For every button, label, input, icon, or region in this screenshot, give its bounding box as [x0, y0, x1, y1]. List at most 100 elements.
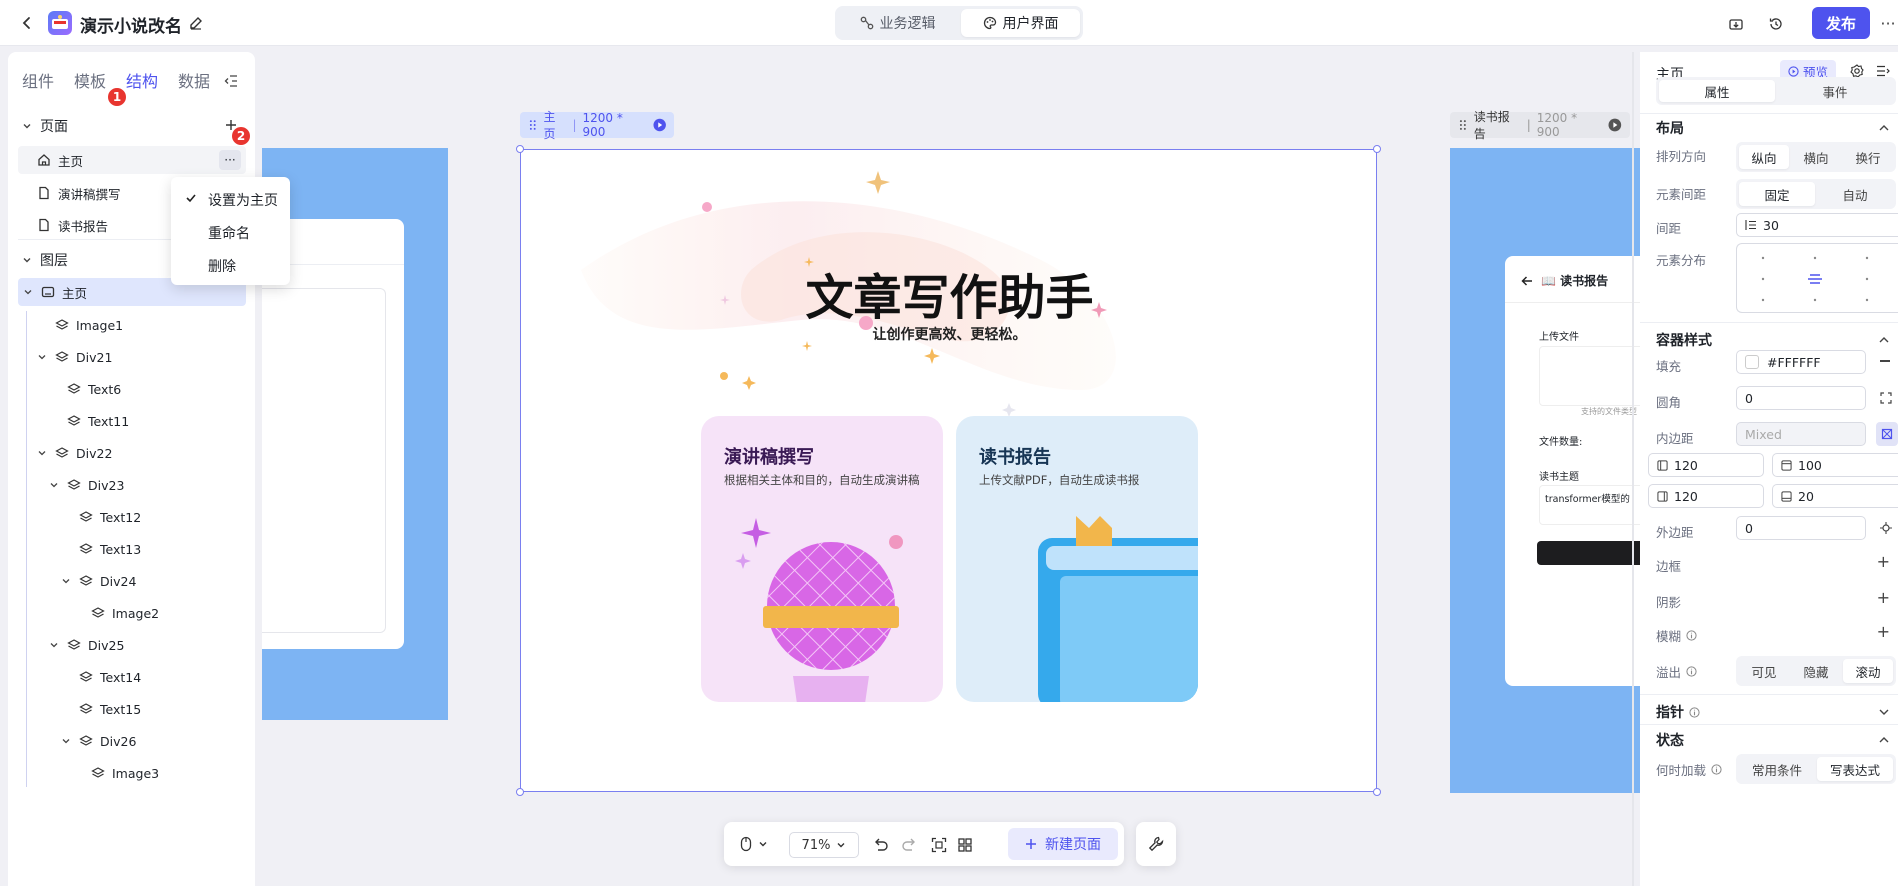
layer-item[interactable]: Div24	[18, 567, 246, 595]
alignment-grid-icon	[1761, 256, 1869, 302]
padding-left-input[interactable]: 120	[1648, 453, 1764, 477]
layer-item[interactable]: Div23	[18, 471, 246, 499]
overflow-scroll[interactable]: 滚动	[1843, 659, 1893, 683]
remove-fill-button[interactable]	[1880, 360, 1890, 362]
fit-screen-button[interactable]	[928, 834, 950, 856]
tab-components[interactable]: 组件	[22, 68, 54, 92]
layers-section-header[interactable]: 图层	[22, 250, 68, 270]
tab-events[interactable]: 事件	[1777, 80, 1893, 102]
zoom-select[interactable]: 71%	[789, 832, 859, 858]
layer-item[interactable]: Image1	[18, 311, 246, 339]
frame-tag-home[interactable]: 主页 | 1200 * 900	[520, 110, 674, 141]
report-topic-field: transformer模型的	[1539, 485, 1640, 525]
pointer-section-header[interactable]: 指针	[1656, 702, 1700, 722]
layer-item[interactable]: Text15	[18, 695, 246, 723]
layer-item[interactable]: Image3	[18, 759, 246, 787]
padding-input[interactable]: Mixed	[1736, 422, 1866, 446]
add-shadow-button[interactable]: +	[1877, 588, 1890, 607]
chevron-down-icon	[22, 286, 34, 298]
padding-top-input[interactable]: 100	[1772, 453, 1898, 477]
resize-handle[interactable]	[516, 145, 524, 153]
layer-item[interactable]: Div26	[18, 727, 246, 755]
divider	[1640, 694, 1898, 695]
card-speech[interactable]: 演讲稿撰写 根据相关主体和目的，自动生成演讲稿	[701, 416, 943, 702]
undo-button[interactable]	[870, 834, 892, 856]
history-button[interactable]	[1764, 12, 1788, 36]
tab-data[interactable]: 数据	[178, 68, 210, 92]
info-icon[interactable]	[1711, 764, 1722, 775]
layer-item[interactable]: Text13	[18, 535, 246, 563]
chevron-up-icon[interactable]	[1878, 122, 1890, 134]
pages-section-header[interactable]: 页面	[22, 116, 68, 136]
frame-tag-report[interactable]: 读书报告 | 1200 * 900	[1450, 110, 1630, 141]
padding-individual-toggle[interactable]	[1876, 422, 1898, 446]
resize-handle[interactable]	[1373, 145, 1381, 153]
overflow-visible[interactable]: 可见	[1739, 659, 1789, 683]
panel-splitter[interactable]	[1632, 52, 1634, 886]
gap-input[interactable]: 30	[1736, 213, 1898, 237]
corner-radius-icon[interactable]	[1880, 392, 1892, 404]
layer-item[interactable]: Div21	[18, 343, 246, 371]
tab-user-interface[interactable]: 用户界面	[961, 9, 1080, 37]
pointer-mode-button[interactable]	[734, 832, 774, 856]
resize-handle[interactable]	[1373, 788, 1381, 796]
resize-handle[interactable]	[516, 788, 524, 796]
grid-view-button[interactable]	[954, 834, 976, 856]
redo-button[interactable]	[898, 834, 920, 856]
tab-templates[interactable]: 模板	[74, 68, 106, 92]
direction-horizontal[interactable]: 横向	[1791, 145, 1841, 169]
spacing-auto[interactable]: 自动	[1817, 182, 1893, 206]
layer-item[interactable]: Text11	[18, 407, 246, 435]
radius-input[interactable]: 0	[1736, 386, 1866, 410]
margin-input[interactable]: 0	[1736, 516, 1866, 540]
direction-vertical[interactable]: 纵向	[1739, 145, 1789, 169]
distribution-grid[interactable]	[1736, 243, 1898, 313]
edit-title-button[interactable]	[186, 13, 206, 33]
padding-bottom-input[interactable]: 20	[1772, 484, 1898, 508]
publish-button[interactable]: 发布	[1812, 7, 1870, 39]
layer-item[interactable]: Div25	[18, 631, 246, 659]
page-item-home[interactable]: 主页	[18, 146, 246, 174]
export-button[interactable]	[1724, 12, 1748, 36]
direction-wrap[interactable]: 换行	[1843, 145, 1893, 169]
play-icon[interactable]	[1608, 118, 1622, 132]
info-icon[interactable]	[1689, 706, 1700, 718]
dev-tools-button[interactable]	[1136, 822, 1176, 866]
menu-delete[interactable]: 删除	[171, 249, 290, 282]
layer-item[interactable]: Text6	[18, 375, 246, 403]
menu-rename[interactable]: 重命名	[171, 216, 290, 249]
layer-item[interactable]: Text14	[18, 663, 246, 691]
tab-properties[interactable]: 属性	[1659, 80, 1775, 102]
card-report[interactable]: 读书报告 上传文献PDF，自动生成读书报	[956, 416, 1198, 702]
chevron-down-icon[interactable]	[1878, 706, 1890, 718]
more-menu-button[interactable]: ···	[1878, 12, 1898, 34]
add-blur-button[interactable]: +	[1877, 622, 1890, 641]
collapse-panel-button[interactable]	[222, 72, 240, 90]
frame-tag-name: 读书报告	[1473, 110, 1510, 141]
chevron-up-icon[interactable]	[1878, 734, 1890, 746]
margin-sides-icon[interactable]	[1880, 522, 1892, 534]
canvas-frame-home[interactable]: 文章写作助手 让创作更高效、更轻松。 演讲稿撰写 根据相关主体和目的，自动生成演…	[520, 149, 1377, 792]
layer-item[interactable]: Text12	[18, 503, 246, 531]
new-page-button[interactable]: 新建页面	[1008, 828, 1118, 860]
layer-item[interactable]: Image2	[18, 599, 246, 627]
palette-icon	[983, 16, 996, 30]
fill-input[interactable]: #FFFFFF	[1736, 350, 1866, 374]
add-border-button[interactable]: +	[1877, 552, 1890, 571]
play-icon[interactable]	[653, 118, 666, 132]
info-icon[interactable]	[1686, 630, 1697, 641]
menu-set-home[interactable]: 设置为主页	[171, 183, 290, 216]
load-common-condition[interactable]: 常用条件	[1739, 757, 1815, 781]
fill-swatch[interactable]	[1745, 355, 1759, 369]
spacing-fixed[interactable]: 固定	[1739, 182, 1815, 206]
tab-business-logic[interactable]: 业务逻辑	[838, 9, 957, 37]
tab-structure[interactable]: 结构	[126, 68, 158, 92]
padding-right-input[interactable]: 120	[1648, 484, 1764, 508]
page-more-button[interactable]: ···	[219, 150, 241, 170]
overflow-hidden[interactable]: 隐藏	[1791, 659, 1841, 683]
layer-item[interactable]: Div22	[18, 439, 246, 467]
load-expression[interactable]: 写表达式	[1817, 757, 1893, 781]
info-icon[interactable]	[1686, 666, 1697, 677]
back-button[interactable]	[14, 10, 40, 36]
chevron-up-icon[interactable]	[1878, 334, 1890, 346]
